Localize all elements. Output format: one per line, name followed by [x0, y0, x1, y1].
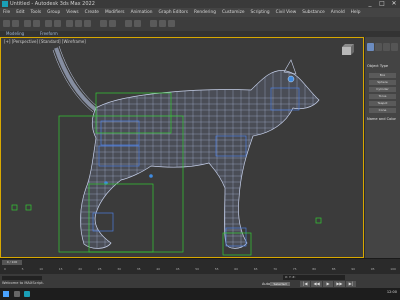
timeline-tick: 55 — [214, 267, 219, 271]
time-slider-track[interactable]: 0 / 100 0 5 10 15 20 25 30 35 40 45 50 5… — [0, 258, 400, 275]
menu-create[interactable]: Create — [82, 8, 102, 17]
material-editor-icon[interactable] — [150, 20, 157, 27]
timeline-tick: 95 — [370, 267, 375, 271]
menu-file[interactable]: File — [0, 8, 13, 17]
move-icon[interactable] — [66, 20, 73, 27]
menu-edit[interactable]: Edit — [13, 8, 27, 17]
start-icon[interactable] — [3, 291, 9, 297]
playback-controls: |◀ ◀◀ ▶ ▶▶ ▶| — [300, 281, 357, 287]
snap-icon[interactable] — [100, 20, 107, 27]
menu-animation[interactable]: Animation — [128, 8, 156, 17]
create-torus-button[interactable]: Torus — [369, 94, 396, 99]
render-setup-icon[interactable] — [159, 20, 166, 27]
3dsmax-taskbar-icon[interactable] — [24, 291, 30, 297]
name-and-color-heading[interactable]: Name and Color — [367, 117, 398, 122]
close-button[interactable]: ✕ — [388, 0, 400, 8]
timeline-tick: 50 — [195, 267, 200, 271]
timeline-ruler: 0 5 10 15 20 25 30 35 40 45 50 55 60 65 … — [0, 267, 400, 274]
menu-scripting[interactable]: Scripting — [248, 8, 273, 17]
rotate-icon[interactable] — [75, 20, 82, 27]
menu-group[interactable]: Group — [44, 8, 63, 17]
scale-icon[interactable] — [84, 20, 91, 27]
menu-modifiers[interactable]: Modifiers — [102, 8, 128, 17]
menu-rendering[interactable]: Rendering — [191, 8, 219, 17]
link-icon[interactable] — [24, 20, 31, 27]
maxscript-listener[interactable] — [2, 276, 42, 280]
next-frame-button[interactable]: ▶▶ — [334, 281, 345, 287]
timeline-tick: 20 — [78, 267, 83, 271]
time-slider-thumb[interactable]: 0 / 100 — [2, 260, 22, 265]
menu-views[interactable]: Views — [63, 8, 81, 17]
timeline-tick: 15 — [58, 267, 63, 271]
dog-tail — [54, 47, 98, 112]
menu-substance[interactable]: Substance — [299, 8, 327, 17]
command-panel: Object Type Box Sphere Cylinder Torus Te… — [365, 37, 400, 258]
key-filter-dropdown[interactable]: Selected — [270, 282, 290, 286]
timeline-tick: 85 — [331, 267, 336, 271]
previous-frame-button[interactable]: ◀◀ — [311, 281, 322, 287]
create-teapot-button[interactable]: Teapot — [369, 101, 396, 106]
timeline-tick: 10 — [39, 267, 44, 271]
menu-tools[interactable]: Tools — [28, 8, 45, 17]
object-type-heading[interactable]: Object Type — [367, 64, 398, 69]
create-sphere-button[interactable]: Sphere — [369, 80, 396, 85]
angle-snap-icon[interactable] — [109, 20, 116, 27]
redo-icon[interactable] — [12, 20, 19, 27]
select-by-name-icon[interactable] — [54, 20, 61, 27]
go-to-start-button[interactable]: |◀ — [300, 281, 311, 287]
timeline-tick: 75 — [292, 267, 297, 271]
undo-icon[interactable] — [3, 20, 10, 27]
coordinate-display[interactable]: X: Y: Z: — [283, 275, 345, 280]
timeline-tick: 30 — [117, 267, 122, 271]
dog-wireframe-model[interactable] — [1, 38, 363, 257]
timeline-tick: 35 — [136, 267, 141, 271]
main-toolbar — [0, 17, 400, 32]
create-box-button[interactable]: Box — [369, 73, 396, 78]
joint-head — [287, 75, 295, 83]
timeline-tick: 100 — [390, 267, 396, 271]
menu-bar: File Edit Tools Group Views Create Modif… — [0, 8, 400, 17]
timeline-tick: 45 — [175, 267, 180, 271]
modify-tab-icon[interactable] — [375, 43, 382, 51]
minimize-button[interactable]: _ — [364, 0, 376, 8]
perspective-viewport[interactable]: [+] [Perspective] [Standard] [Wireframe] — [0, 37, 364, 258]
motion-tab-icon[interactable] — [391, 43, 398, 51]
align-icon[interactable] — [134, 20, 141, 27]
timeline-tick: 60 — [234, 267, 239, 271]
create-cone-button[interactable]: Cone — [369, 108, 396, 113]
menu-arnold[interactable]: Arnold — [328, 8, 348, 17]
timeline-tick: 90 — [351, 267, 356, 271]
menu-customize[interactable]: Customize — [219, 8, 248, 17]
command-panel-tabs — [367, 43, 398, 51]
app-icon — [2, 1, 8, 7]
go-to-end-button[interactable]: ▶| — [345, 281, 357, 287]
timeline-tick: 0 — [4, 267, 6, 271]
menu-civil-view[interactable]: Civil View — [273, 8, 300, 17]
status-message: Welcome to MAXScript. — [2, 281, 44, 285]
play-button[interactable]: ▶ — [322, 281, 334, 287]
select-icon[interactable] — [45, 20, 52, 27]
unlink-icon[interactable] — [33, 20, 40, 27]
render-icon[interactable] — [168, 20, 175, 27]
maximize-button[interactable]: □ — [376, 0, 388, 8]
menu-graph-editors[interactable]: Graph Editors — [155, 8, 191, 17]
window-controls: _ □ ✕ — [364, 0, 400, 8]
mirror-icon[interactable] — [125, 20, 132, 27]
create-cylinder-button[interactable]: Cylinder — [369, 87, 396, 92]
status-bar: Welcome to MAXScript. Auto Key Selected … — [0, 274, 400, 288]
timeline-tick: 40 — [156, 267, 161, 271]
os-taskbar: 12:00 — [0, 288, 400, 300]
hierarchy-tab-icon[interactable] — [383, 43, 390, 51]
window-title: Untitled - Autodesk 3ds Max 2022 — [10, 1, 95, 7]
title-bar: Untitled - Autodesk 3ds Max 2022 _ □ ✕ — [0, 0, 400, 8]
menu-help[interactable]: Help — [348, 8, 364, 17]
search-icon[interactable] — [14, 291, 20, 297]
timeline-tick: 80 — [312, 267, 317, 271]
system-clock: 12:00 — [386, 290, 397, 294]
create-tab-icon[interactable] — [367, 43, 374, 51]
timeline-tick: 65 — [253, 267, 258, 271]
timeline-tick: 25 — [97, 267, 102, 271]
timeline-tick: 5 — [21, 267, 24, 271]
timeline-tick: 70 — [273, 267, 278, 271]
